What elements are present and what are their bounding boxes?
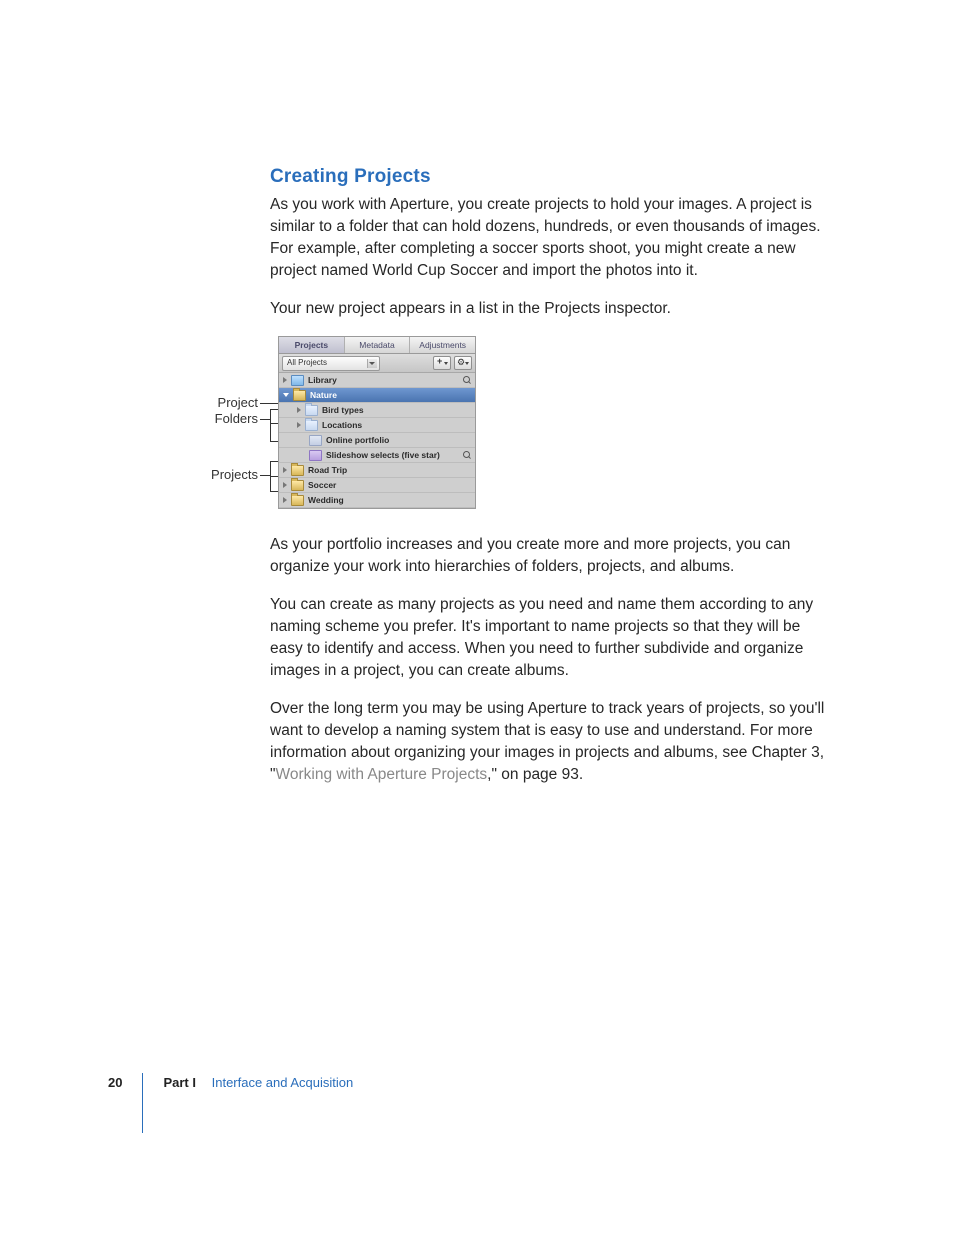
disclosure-right-icon[interactable]: [283, 497, 287, 503]
body-paragraph: Your new project appears in a list in th…: [270, 298, 830, 320]
body-paragraph: Over the long term you may be using Aper…: [270, 698, 830, 786]
footer-part-title: Interface and Acquisition: [212, 1075, 354, 1090]
tab-metadata[interactable]: Metadata: [345, 337, 411, 353]
section-heading: Creating Projects: [270, 166, 830, 188]
callout-label: Project: [218, 395, 258, 410]
album-icon: [309, 435, 322, 446]
callout-folders: Folders: [208, 412, 258, 426]
tree-row-locations[interactable]: Locations: [279, 418, 475, 433]
footer-divider: [142, 1073, 143, 1133]
project-icon: [291, 495, 304, 506]
folder-icon: [305, 405, 318, 416]
disclosure-down-icon[interactable]: [283, 393, 289, 397]
tree-label: Locations: [322, 420, 362, 430]
inspector-figure: Project Folders Projects: [270, 336, 830, 512]
body-paragraph: As you work with Aperture, you create pr…: [270, 194, 830, 282]
tree-label: Online portfolio: [326, 435, 389, 445]
project-icon: [291, 465, 304, 476]
tree-label: Bird types: [322, 405, 364, 415]
inspector-toolbar: All Projects: [279, 354, 475, 373]
tree-row-wedding[interactable]: Wedding: [279, 493, 475, 508]
tree-row-slideshow[interactable]: Slideshow selects (five star): [279, 448, 475, 463]
callout-projects: Projects: [202, 468, 258, 482]
library-icon: [291, 375, 304, 386]
callout-label: Projects: [211, 467, 258, 482]
body-text: ," on page 93.: [487, 766, 583, 783]
projects-filter-dropdown[interactable]: All Projects: [282, 356, 380, 371]
add-button[interactable]: [433, 356, 451, 370]
disclosure-right-icon[interactable]: [297, 422, 301, 428]
callout-project: Project: [208, 396, 258, 410]
project-icon: [291, 480, 304, 491]
tab-adjustments[interactable]: Adjustments: [410, 337, 475, 353]
tree-label: Road Trip: [308, 465, 347, 475]
disclosure-right-icon[interactable]: [283, 467, 287, 473]
project-icon: [293, 390, 306, 401]
disclosure-right-icon[interactable]: [283, 377, 287, 383]
tree-row-nature[interactable]: Nature: [279, 388, 475, 403]
disclosure-right-icon[interactable]: [297, 407, 301, 413]
smart-album-icon: [309, 450, 322, 461]
cross-reference-link[interactable]: Working with Aperture Projects: [276, 766, 488, 783]
callout-label: Folders: [215, 411, 258, 426]
tree-label: Soccer: [308, 480, 336, 490]
inspector-tabs: Projects Metadata Adjustments: [279, 337, 475, 354]
tree-label: Nature: [310, 390, 337, 400]
tree-row-roadtrip[interactable]: Road Trip: [279, 463, 475, 478]
search-icon[interactable]: [463, 451, 471, 459]
tab-projects[interactable]: Projects: [279, 337, 345, 353]
tree-label: Wedding: [308, 495, 344, 505]
tree-label: Slideshow selects (five star): [326, 450, 440, 460]
tree-row-soccer[interactable]: Soccer: [279, 478, 475, 493]
tree-row-online-portfolio[interactable]: Online portfolio: [279, 433, 475, 448]
body-paragraph: As your portfolio increases and you crea…: [270, 534, 830, 578]
disclosure-right-icon[interactable]: [283, 482, 287, 488]
projects-inspector: Projects Metadata Adjustments All Projec…: [278, 336, 476, 509]
page-footer: 20 Part I Interface and Acquisition: [108, 1075, 808, 1133]
page-number: 20: [108, 1075, 122, 1090]
action-menu-button[interactable]: [454, 356, 472, 370]
folder-icon: [305, 420, 318, 431]
search-icon[interactable]: [463, 376, 471, 384]
footer-part-label: Part I: [163, 1075, 196, 1090]
body-paragraph: You can create as many projects as you n…: [270, 594, 830, 682]
tree-label: Library: [308, 375, 337, 385]
tree-row-library[interactable]: Library: [279, 373, 475, 388]
tree-row-birdtypes[interactable]: Bird types: [279, 403, 475, 418]
projects-tree: Library Nature Bird types: [279, 373, 475, 508]
